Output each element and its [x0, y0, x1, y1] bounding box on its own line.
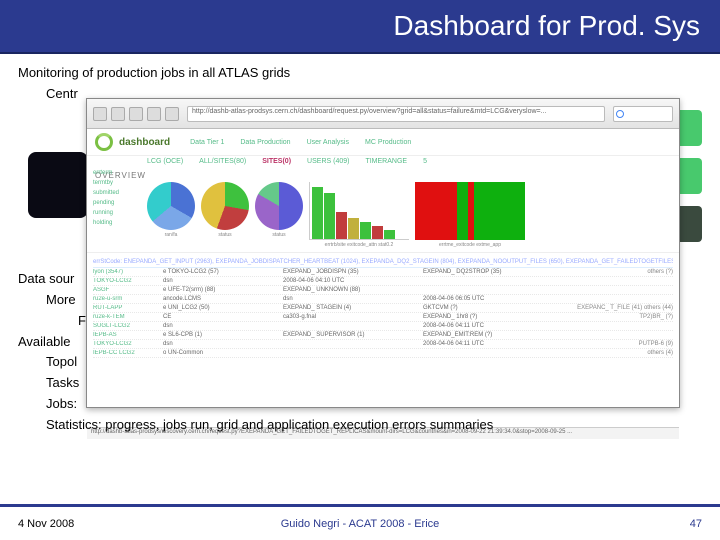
footer-page: 47 [690, 518, 702, 530]
url-bar[interactable]: http://dashb-atlas-prodsys.cern.ch/dashb… [187, 106, 605, 122]
sidebar-item[interactable]: pending [93, 199, 141, 208]
topol-line: Topol [46, 353, 493, 372]
bar-chart-wrap: errtrb/site exitcode_attn stat0.2 [309, 182, 409, 248]
table-header: errStCode: ENEPANDA_GET_INPUT (2963), EX… [93, 257, 673, 268]
sidebar-item[interactable]: errterm [93, 169, 141, 178]
table-cell [543, 332, 673, 338]
bar [324, 193, 335, 239]
table-cell [543, 296, 673, 302]
nav-fwd-icon[interactable] [111, 107, 125, 121]
table-cell [543, 287, 673, 293]
pie-label-1: ran/fa [165, 232, 178, 238]
slide-title-bar: Dashboard for Prod. Sys [0, 0, 720, 54]
pie-chart-1 [147, 182, 195, 230]
search-icon [616, 110, 624, 118]
stats-line: Statistics: progress, jobs run, grid and… [46, 416, 493, 435]
heading-line: Monitoring of production jobs in all ATL… [18, 64, 702, 83]
slide-title: Dashboard for Prod. Sys [393, 10, 720, 41]
sidebar-item[interactable]: holding [93, 219, 141, 228]
pie-chart-2 [201, 182, 249, 230]
search-box[interactable] [613, 106, 673, 122]
table-cell: TP2)BR_ (?) [543, 314, 673, 320]
sidebar-item[interactable]: running [93, 209, 141, 218]
bar [348, 218, 359, 239]
overview-charts: ran/fa status status errtrb/site exitcod… [147, 182, 671, 248]
err-bar-wrap: errtme_exitcode extme_app [415, 182, 525, 248]
table-cell: PUTPB-6 (9) [543, 341, 673, 347]
bar [336, 212, 347, 239]
available-line: Available [18, 333, 493, 352]
errbox-label: errtme_exitcode extme_app [439, 242, 501, 248]
top-tab[interactable]: MC Production [365, 139, 411, 146]
pie-chart-1-wrap: ran/fa [147, 182, 195, 248]
err-bar-red-2 [468, 182, 475, 240]
slide-footer: 4 Nov 2008 Guido Negri - ACAT 2008 - Eri… [0, 504, 720, 540]
dashboard-logo-text: dashboard [119, 137, 170, 148]
err-bar-green-1 [457, 182, 468, 240]
top-tab[interactable]: User Analysis [307, 139, 349, 146]
browser-toolbar: http://dashb-atlas-prodsys.cern.ch/dashb… [87, 99, 679, 129]
overview-panel: OVERVIEW ran/fa status status errtrb/sit… [87, 167, 679, 253]
data-source-line: Data sour [18, 270, 493, 289]
pie-label-3: status [272, 232, 285, 238]
table-cell: EXEPANC_ T_FILE (41) others (44) [543, 305, 673, 311]
nav-home-icon[interactable] [165, 107, 179, 121]
sub-tab[interactable]: LCG (OCE) [147, 158, 183, 165]
overview-title: OVERVIEW [95, 171, 671, 180]
pie-label-2: status [218, 232, 231, 238]
sub-tab[interactable]: TIMERANGE [365, 158, 407, 165]
nav-back-icon[interactable] [93, 107, 107, 121]
nav-stop-icon[interactable] [147, 107, 161, 121]
err-bar-red-1 [415, 182, 457, 240]
bar [384, 230, 395, 239]
table-cell: others (4) [543, 350, 673, 356]
placeholder-f: F [78, 312, 493, 331]
top-tab[interactable]: Data Tier 1 [190, 139, 224, 146]
top-tab[interactable]: Data Production [240, 139, 290, 146]
sidebar-item[interactable]: termtby [93, 179, 141, 188]
sub-tabs: LCG (OCE) ALL/SITES(80) SITES(0) USERS (… [147, 156, 679, 167]
bar [312, 187, 323, 239]
bar [360, 222, 371, 239]
top-tabs: Data Tier 1 Data Production User Analysi… [190, 139, 411, 146]
jobs-line: Jobs: [46, 395, 493, 414]
overview-sidebar: errterm termtby submitted pending runnin… [93, 169, 141, 229]
sub-tab[interactable]: 5 [423, 158, 427, 165]
table-cell: others (?) [543, 269, 673, 275]
table-cell [543, 323, 673, 329]
bar [372, 226, 383, 239]
sub-tab-selected[interactable]: SITES(0) [262, 158, 291, 165]
lower-text-block: Data sour More F Available Topol Tasks J… [18, 270, 493, 437]
footer-date: 4 Nov 2008 [18, 518, 74, 530]
err-bar [415, 182, 525, 240]
nav-reload-icon[interactable] [129, 107, 143, 121]
table-cell [543, 278, 673, 284]
footer-author: Guido Negri - ACAT 2008 - Erice [281, 518, 440, 530]
dashboard-header: dashboard Data Tier 1 Data Production Us… [87, 129, 679, 156]
pie-chart-3 [255, 182, 303, 230]
sub-tab[interactable]: ALL/SITES(80) [199, 158, 246, 165]
bar-chart [309, 182, 409, 240]
tasks-line: Tasks [46, 374, 493, 393]
err-bar-green-2 [474, 182, 525, 240]
sub-tab[interactable]: USERS (409) [307, 158, 349, 165]
slide-content: Monitoring of production jobs in all ATL… [0, 54, 720, 104]
pie-chart-3-wrap: status [255, 182, 303, 248]
more-line: More [46, 291, 493, 310]
pie-chart-2-wrap: status [201, 182, 249, 248]
dark-background-block [28, 152, 88, 218]
bar-label: errtrb/site exitcode_attn stat0.2 [325, 242, 394, 248]
dashboard-logo-icon [95, 133, 113, 151]
sidebar-item[interactable]: submitted [93, 189, 141, 198]
